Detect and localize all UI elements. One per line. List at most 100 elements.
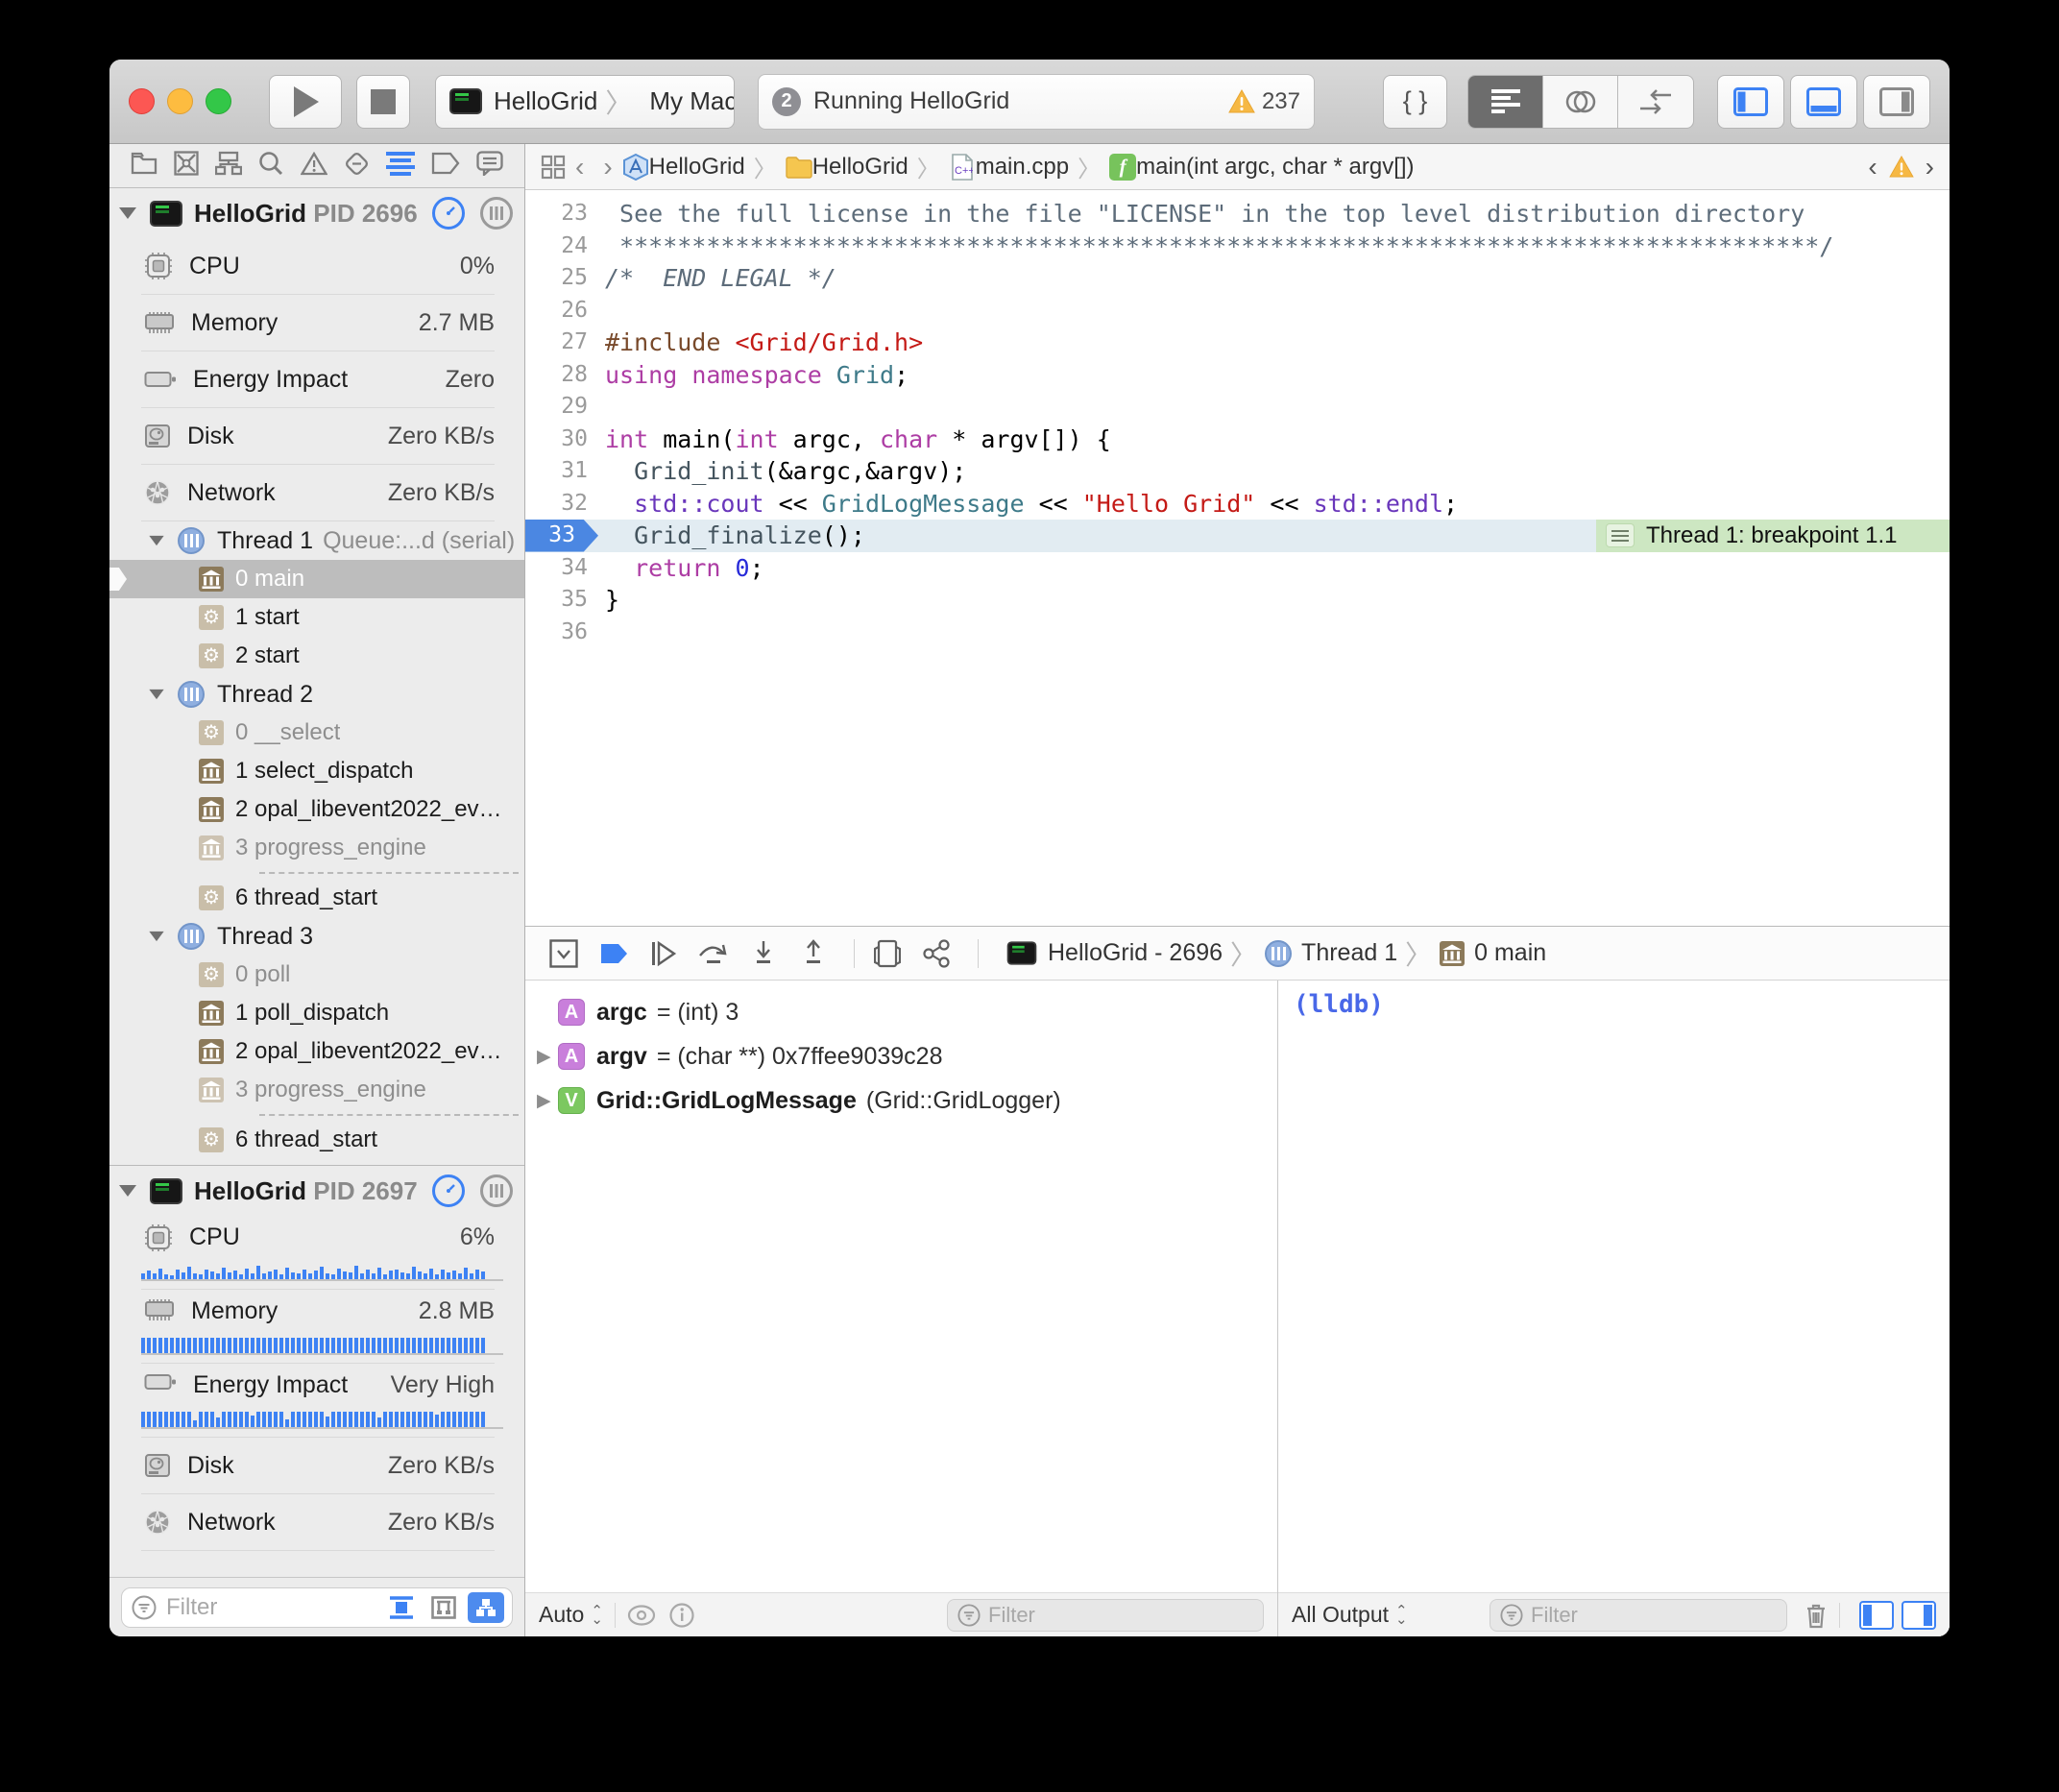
stack-frame-row[interactable]: ⚙1 start (109, 598, 524, 637)
assistant-editor-button[interactable] (1543, 76, 1618, 128)
standard-editor-button[interactable] (1468, 76, 1543, 128)
source-control-navigator-tab[interactable] (174, 151, 199, 181)
code-line[interactable]: 28using namespace Grid; (525, 359, 1950, 392)
stack-frame-row[interactable]: ⚙6 thread_start (109, 1121, 524, 1159)
variables-scope-selector[interactable]: Auto ⌃⌄ (539, 1602, 603, 1628)
test-navigator-tab[interactable] (344, 151, 370, 182)
process-gauge-button[interactable] (432, 197, 465, 230)
gauge-row-disk[interactable]: Disk Zero KB/s (109, 1438, 524, 1493)
version-editor-button[interactable] (1618, 76, 1693, 128)
stack-frame-row[interactable]: 0 main (109, 560, 524, 598)
disclosure-triangle[interactable] (119, 1185, 136, 1197)
disclosure-triangle[interactable] (119, 207, 136, 219)
code-line[interactable]: 36 (525, 617, 1950, 649)
code-line[interactable]: 25/* END LEGAL */ (525, 262, 1950, 295)
stack-frame-row[interactable]: 2 opal_libevent2022_ev… (109, 1032, 524, 1071)
code-line[interactable]: 24 *************************************… (525, 230, 1950, 263)
report-navigator-tab[interactable] (476, 151, 503, 181)
code-line[interactable]: 33 Grid_finalize(); Thread 1: breakpoint… (525, 520, 1950, 552)
breakpoints-toggle-button[interactable] (593, 936, 635, 971)
gauge-row-disk[interactable]: Disk Zero KB/s (109, 408, 524, 464)
step-over-button[interactable] (692, 936, 735, 971)
toggle-debug-area-button[interactable] (1790, 75, 1857, 129)
warning-counter[interactable]: 237 (1228, 88, 1300, 115)
previous-issue-button[interactable]: ‹ (1868, 152, 1877, 182)
scheme-selector[interactable]: HelloGrid 〉 My Mac (435, 75, 735, 129)
console-output[interactable]: (lldb) (1278, 981, 1950, 1592)
back-button[interactable]: ‹ (575, 152, 584, 182)
disclosure-triangle[interactable]: ▶ (537, 1090, 558, 1112)
code-line[interactable]: 23 See the full license in the file "LIC… (525, 198, 1950, 230)
symbol-navigator-tab[interactable] (215, 151, 242, 181)
stop-button[interactable] (356, 75, 410, 129)
navigator-filter-field[interactable]: Filter (121, 1587, 513, 1628)
stack-frame-row[interactable]: 2 opal_libevent2022_ev… (109, 790, 524, 829)
close-window-button[interactable] (129, 88, 155, 114)
continue-button[interactable] (642, 936, 685, 971)
code-line[interactable]: 34 return 0; (525, 552, 1950, 585)
zoom-window-button[interactable] (206, 88, 231, 114)
hide-debug-area-button[interactable] (543, 936, 585, 971)
disclosure-triangle[interactable] (149, 690, 163, 699)
minimize-window-button[interactable] (167, 88, 193, 114)
show-variables-view-button[interactable] (1859, 1601, 1894, 1630)
find-navigator-tab[interactable] (258, 151, 283, 181)
toggle-inspectors-button[interactable] (1863, 75, 1930, 129)
step-into-button[interactable] (742, 936, 785, 971)
info-icon[interactable] (669, 1603, 694, 1628)
source-editor[interactable]: 23 See the full license in the file "LIC… (525, 190, 1950, 926)
variables-list[interactable]: A argc = (int) 3 ▶ A argv = (char **) 0x… (525, 981, 1277, 1592)
code-line[interactable]: 31 Grid_init(&argc,&argv); (525, 455, 1950, 488)
variable-row[interactable]: ▶ A argv = (char **) 0x7ffee9039c28 (525, 1034, 1277, 1078)
debug-memory-graph-button[interactable] (916, 936, 958, 971)
clear-console-icon[interactable] (1805, 1602, 1828, 1629)
console-filter-field[interactable]: Filter (1490, 1599, 1787, 1632)
process-header[interactable]: HelloGrid PID 2697 (109, 1166, 524, 1216)
variable-row[interactable]: A argc = (int) 3 (525, 990, 1277, 1034)
disclosure-triangle[interactable]: ▶ (537, 1046, 558, 1068)
stack-frame-row[interactable]: 1 poll_dispatch (109, 994, 524, 1032)
breakpoint-annotation[interactable]: Thread 1: breakpoint 1.1 (1596, 520, 1950, 552)
filter-view-mode-button[interactable] (468, 1592, 504, 1623)
process-threads-button[interactable] (480, 197, 513, 230)
stack-frame-row[interactable]: 3 progress_engine (109, 1071, 524, 1109)
stack-frame-row[interactable]: 1 select_dispatch (109, 752, 524, 790)
activity-status[interactable]: 2 Running HelloGrid 237 (758, 74, 1315, 130)
code-line[interactable]: 26 (525, 295, 1950, 327)
gauge-row-energy-impact[interactable]: Energy Impact Very High (109, 1364, 524, 1437)
instruction-pointer-breakpoint[interactable]: 33 (525, 520, 598, 552)
stack-frame-row[interactable]: ⚙0 __select (109, 714, 524, 752)
code-line[interactable]: 27#include <Grid/Grid.h> (525, 327, 1950, 359)
step-out-button[interactable] (792, 936, 835, 971)
toggle-navigator-button[interactable] (1717, 75, 1784, 129)
variable-row[interactable]: ▶ V Grid::GridLogMessage (Grid::GridLogg… (525, 1078, 1277, 1123)
debug-view-hierarchy-button[interactable] (866, 936, 908, 971)
process-header[interactable]: HelloGrid PID 2696 (109, 188, 524, 238)
quick-look-icon[interactable] (627, 1605, 656, 1626)
jumpbar-group[interactable]: HelloGrid (812, 154, 908, 181)
gauge-row-memory[interactable]: Memory 2.7 MB (109, 295, 524, 351)
breakpoint-navigator-tab[interactable] (431, 152, 460, 180)
stack-frame-row[interactable]: ⚙0 poll (109, 956, 524, 994)
console-output-selector[interactable]: All Output ⌃⌄ (1292, 1602, 1408, 1628)
issue-navigator-tab[interactable] (301, 152, 327, 181)
related-items-icon[interactable] (541, 155, 566, 180)
thread-row[interactable]: Thread 1Queue:...d (serial) (109, 521, 524, 560)
stack-frame-row[interactable]: ⚙2 start (109, 637, 524, 675)
show-console-view-button[interactable] (1902, 1601, 1936, 1630)
filter-frames-button[interactable] (425, 1592, 462, 1623)
stack-frame-row[interactable]: 3 progress_engine (109, 829, 524, 867)
debug-frame[interactable]: 0 main (1474, 939, 1546, 967)
thread-row[interactable]: Thread 3 (109, 917, 524, 956)
gauge-row-cpu[interactable]: CPU 0% (109, 238, 524, 294)
gauge-row-memory[interactable]: Memory 2.8 MB (109, 1290, 524, 1363)
debug-thread[interactable]: Thread 1 (1301, 939, 1397, 967)
project-navigator-tab[interactable] (131, 152, 157, 180)
gauge-row-network[interactable]: Network Zero KB/s (109, 465, 524, 521)
thread-row[interactable]: Thread 2 (109, 675, 524, 714)
filter-flagged-button[interactable] (383, 1592, 420, 1623)
gauge-row-cpu[interactable]: CPU 6% (109, 1216, 524, 1289)
forward-button[interactable]: › (603, 152, 612, 182)
disclosure-triangle[interactable] (149, 932, 163, 941)
run-button[interactable] (269, 75, 342, 129)
